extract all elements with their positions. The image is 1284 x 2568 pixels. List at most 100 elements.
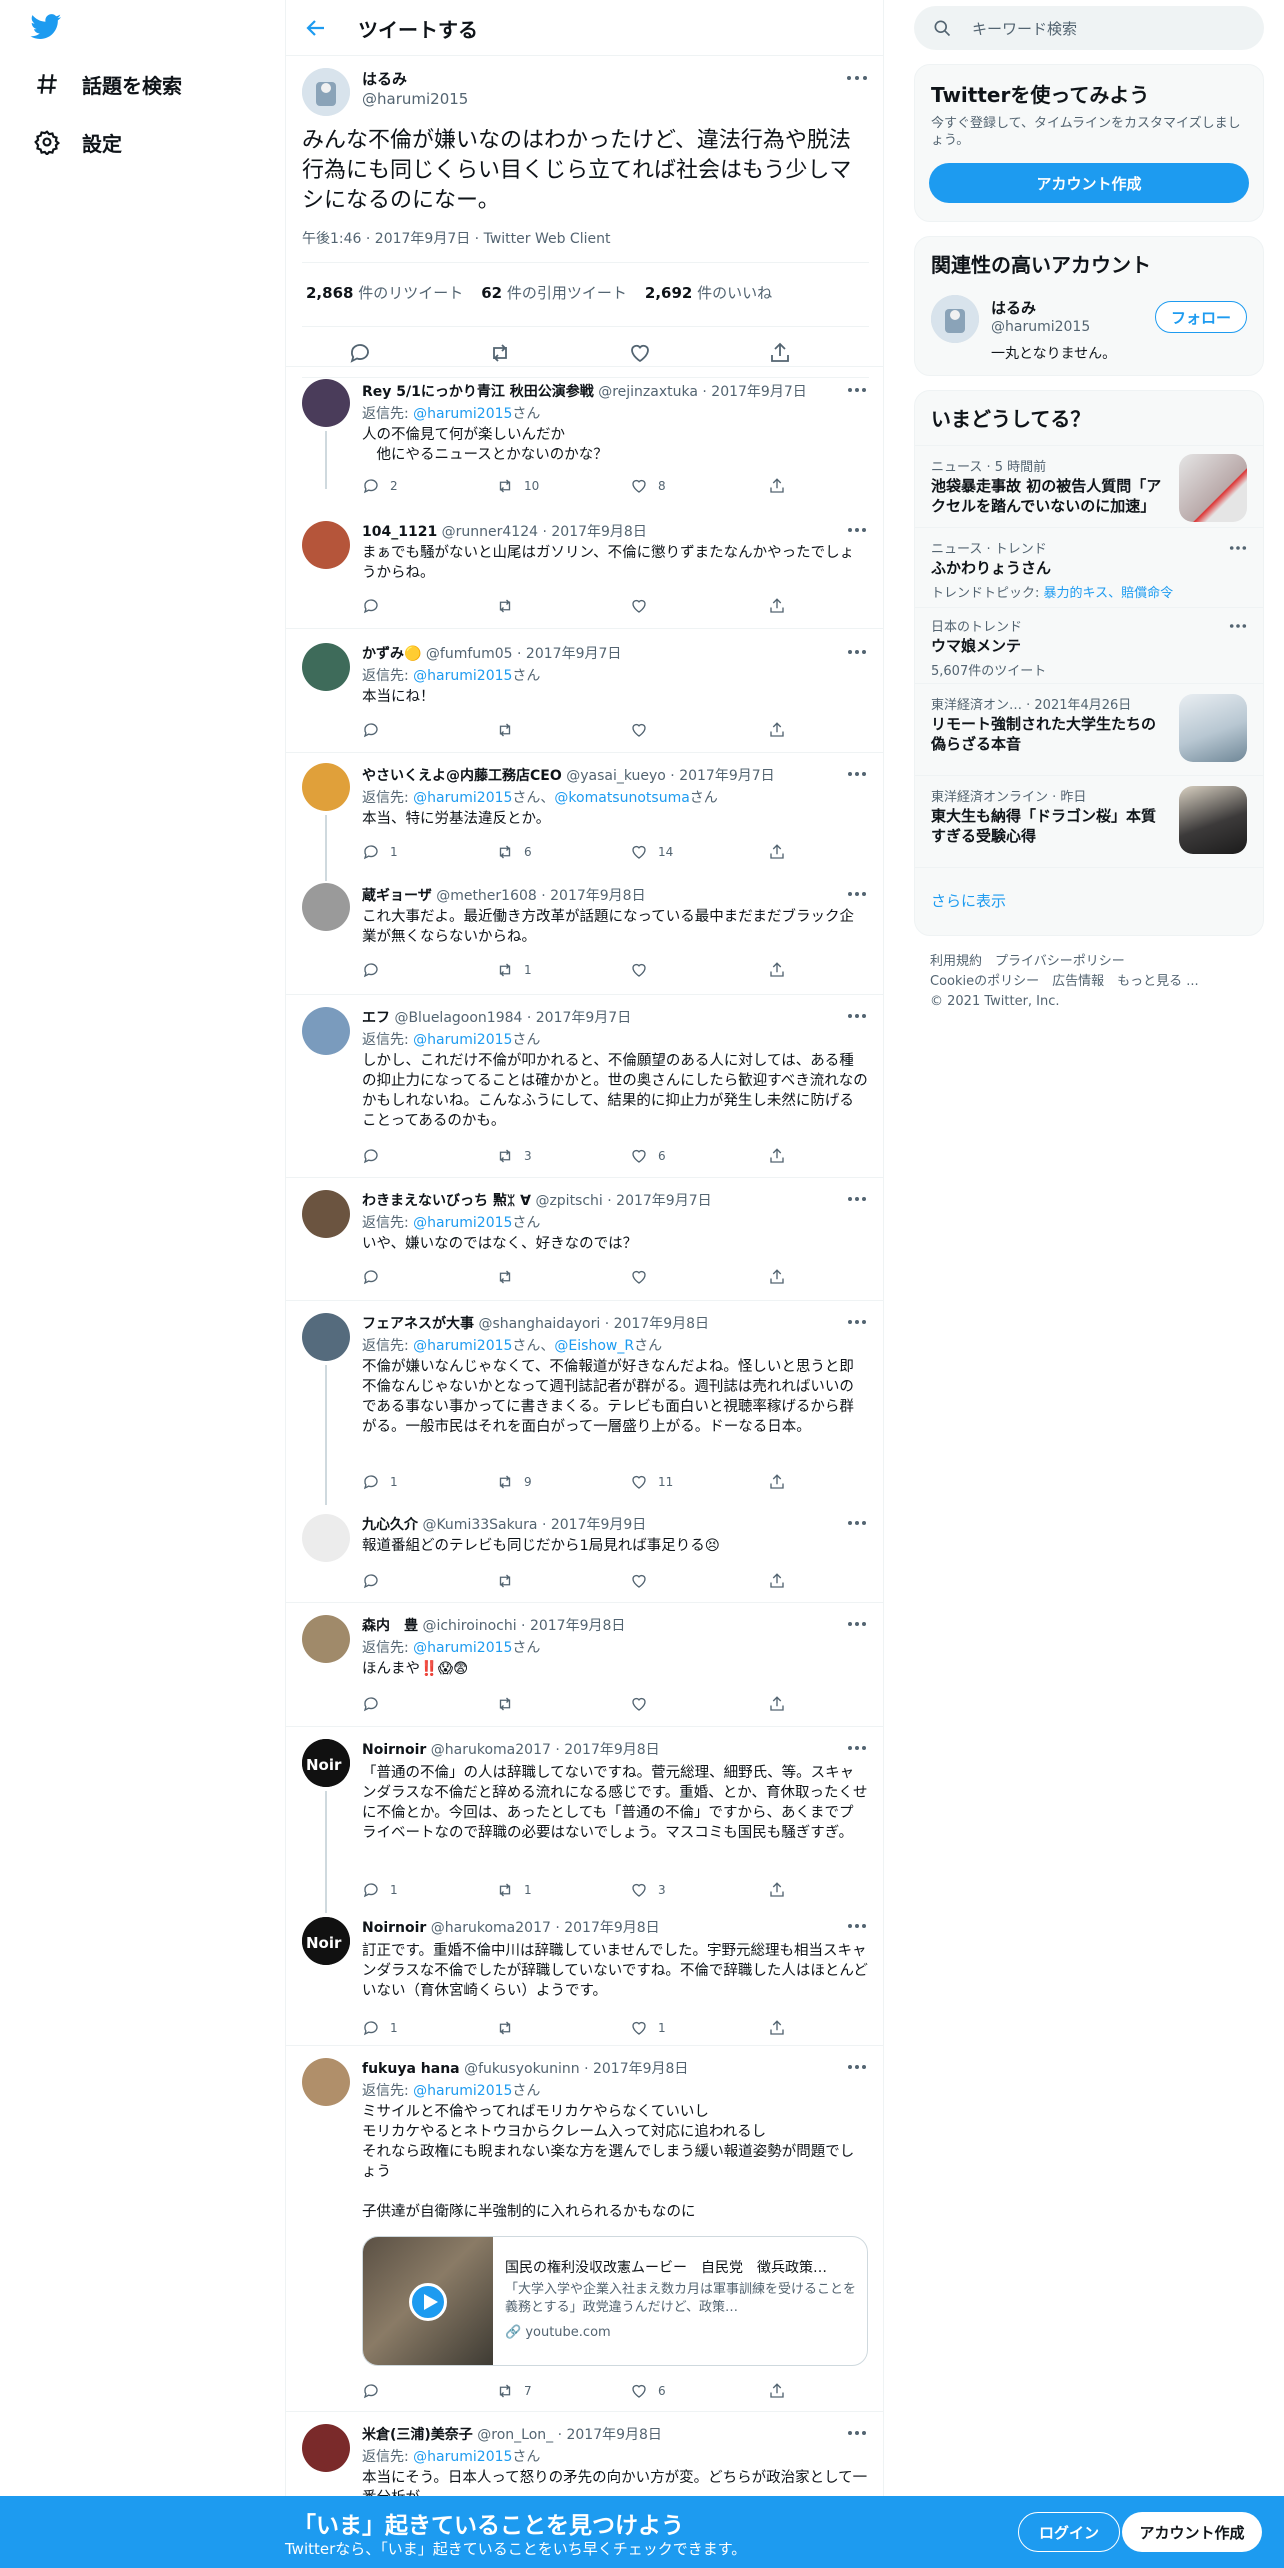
more-icon[interactable] (847, 1520, 867, 1526)
share-button[interactable] (768, 1572, 796, 1590)
more-icon[interactable] (847, 891, 867, 897)
author-handle[interactable]: @rejinzaxtuka · 2017年9月7日 (598, 384, 807, 400)
avatar[interactable] (302, 1190, 350, 1238)
author-handle[interactable]: @harumi2015 (362, 90, 468, 108)
footer-line[interactable]: 利用規約 プライバシーポリシー (930, 952, 1199, 972)
retweet-button[interactable] (496, 1572, 524, 1590)
like-button[interactable]: 11 (630, 1473, 673, 1491)
share-icon[interactable] (768, 341, 792, 365)
author-handle[interactable]: @runner4124 · 2017年9月8日 (442, 524, 647, 540)
twitter-logo-icon[interactable] (30, 14, 62, 40)
avatar[interactable] (302, 379, 350, 427)
retweet-button[interactable] (496, 2019, 524, 2037)
author-name[interactable]: 蔵ギョーザ (362, 888, 432, 904)
avatar[interactable] (302, 521, 350, 569)
reply-icon[interactable] (348, 341, 372, 365)
reply-button[interactable] (362, 597, 390, 615)
like-button[interactable]: 8 (630, 477, 666, 495)
footer-line[interactable]: Cookieのポリシー 広告情報 もっと見る ... (930, 972, 1199, 992)
trend-item[interactable]: 日本のトレンド ウマ娘メンテ 5,607件のツイート (915, 607, 1263, 683)
reply-button[interactable] (362, 1572, 390, 1590)
reply-button[interactable] (362, 721, 390, 739)
share-button[interactable] (768, 1695, 796, 1713)
share-button[interactable] (768, 961, 796, 979)
like-button[interactable] (630, 721, 658, 739)
avatar[interactable] (302, 1313, 350, 1361)
retweet-button[interactable]: 6 (496, 843, 532, 861)
reply-button[interactable] (362, 961, 390, 979)
retweet-button[interactable]: 1 (496, 961, 532, 979)
like-button[interactable] (630, 1572, 658, 1590)
search-box[interactable]: キーワード検索 (914, 6, 1264, 50)
more-icon[interactable] (847, 1013, 867, 1019)
retweet-button[interactable]: 3 (496, 1147, 532, 1165)
retweet-count[interactable]: 2,868 件のリツイート (306, 282, 463, 303)
author-name[interactable]: やさいくえよ@内藤工務店CEO (362, 768, 562, 784)
author-handle[interactable]: @ron_Lon_ · 2017年9月8日 (477, 2427, 662, 2443)
like-button[interactable]: 14 (630, 843, 673, 861)
retweet-button[interactable]: 7 (496, 2382, 532, 2400)
share-button[interactable] (768, 1473, 796, 1491)
share-button[interactable] (768, 1268, 796, 1286)
reply-button[interactable]: 1 (362, 843, 398, 861)
more-icon[interactable] (847, 2430, 867, 2436)
share-button[interactable] (768, 721, 796, 739)
more-icon[interactable] (847, 1923, 867, 1929)
author-handle[interactable]: @fumfum05 · 2017年9月7日 (426, 646, 622, 662)
more-icon[interactable] (1229, 544, 1247, 552)
create-account-button[interactable]: アカウント作成 (929, 163, 1249, 203)
avatar[interactable] (302, 763, 350, 811)
avatar[interactable] (302, 883, 350, 931)
author-name[interactable]: 104_1121 (362, 524, 437, 540)
account-name[interactable]: はるみ (991, 297, 1036, 318)
trend-item[interactable]: ニュース · 5 時間前 池袋暴走事故 初の被告人質問「アクセルを踏んでいないの… (915, 445, 1263, 527)
more-icon[interactable] (847, 527, 867, 533)
reply-button[interactable]: 1 (362, 2019, 398, 2037)
link-card[interactable]: 国民の権利没収改憲ムービー 自民党 徴兵政策… 「大学入学や企業入社まえ数カ月は… (362, 2236, 868, 2366)
like-button[interactable]: 6 (630, 1147, 666, 1165)
reply-button[interactable] (362, 1695, 390, 1713)
share-button[interactable] (768, 477, 796, 495)
share-button[interactable] (768, 2382, 796, 2400)
avatar[interactable] (302, 1615, 350, 1663)
like-icon[interactable] (628, 341, 652, 365)
search-input[interactable]: キーワード検索 (972, 18, 1077, 39)
retweet-button[interactable] (496, 721, 524, 739)
retweet-icon[interactable] (488, 341, 512, 365)
quote-count[interactable]: 62 件の引用ツイート (481, 282, 627, 303)
author-name[interactable]: フェアネスが大事 (362, 1316, 474, 1332)
author-handle[interactable]: @harukoma2017 · 2017年9月8日 (431, 1920, 660, 1936)
like-button[interactable]: 6 (630, 2382, 666, 2400)
share-button[interactable] (768, 1881, 796, 1899)
more-icon[interactable] (847, 1196, 867, 1202)
signup-button[interactable]: アカウント作成 (1122, 2512, 1262, 2552)
author-handle[interactable]: @fukusyokuninn · 2017年9月8日 (464, 2061, 688, 2077)
more-icon[interactable] (847, 2064, 867, 2070)
reply-button[interactable] (362, 1147, 390, 1165)
retweet-button[interactable]: 9 (496, 1473, 532, 1491)
reply-button[interactable] (362, 1268, 390, 1286)
avatar[interactable] (302, 2424, 350, 2472)
trend-item[interactable]: 東洋経済オンライン · 昨日 東大生も納得「ドラゴン桜」本質すぎる受験心得 (915, 775, 1263, 867)
author-name[interactable]: わきまえないびっち 㸃ᛯ ∀ (362, 1193, 531, 1209)
reply-button[interactable]: 1 (362, 1881, 398, 1899)
author-handle[interactable]: @ichiroinochi · 2017年9月8日 (422, 1618, 625, 1634)
like-button[interactable] (630, 961, 658, 979)
author-name[interactable]: Noirnoir (362, 1742, 426, 1758)
author-handle[interactable]: @yasai_kueyo · 2017年9月7日 (566, 768, 774, 784)
avatar[interactable]: Noir (302, 1739, 350, 1787)
tweet-meta[interactable]: 午後1:46 · 2017年9月7日 · Twitter Web Client (302, 228, 610, 248)
nav-explore[interactable]: 話題を検索 (34, 66, 182, 102)
share-button[interactable] (768, 597, 796, 615)
share-button[interactable] (768, 843, 796, 861)
retweet-button[interactable] (496, 1695, 524, 1713)
show-more-link[interactable]: さらに表示 (915, 867, 1263, 935)
more-icon[interactable] (847, 1745, 867, 1751)
author-name[interactable]: 米倉(三浦)美奈子 (362, 2427, 473, 2443)
like-button[interactable] (630, 1268, 658, 1286)
avatar[interactable] (302, 1514, 350, 1562)
more-icon[interactable] (847, 649, 867, 655)
author-handle[interactable]: @mether1608 · 2017年9月8日 (436, 888, 645, 904)
avatar[interactable] (302, 68, 350, 116)
follow-button[interactable]: フォロー (1155, 301, 1247, 333)
